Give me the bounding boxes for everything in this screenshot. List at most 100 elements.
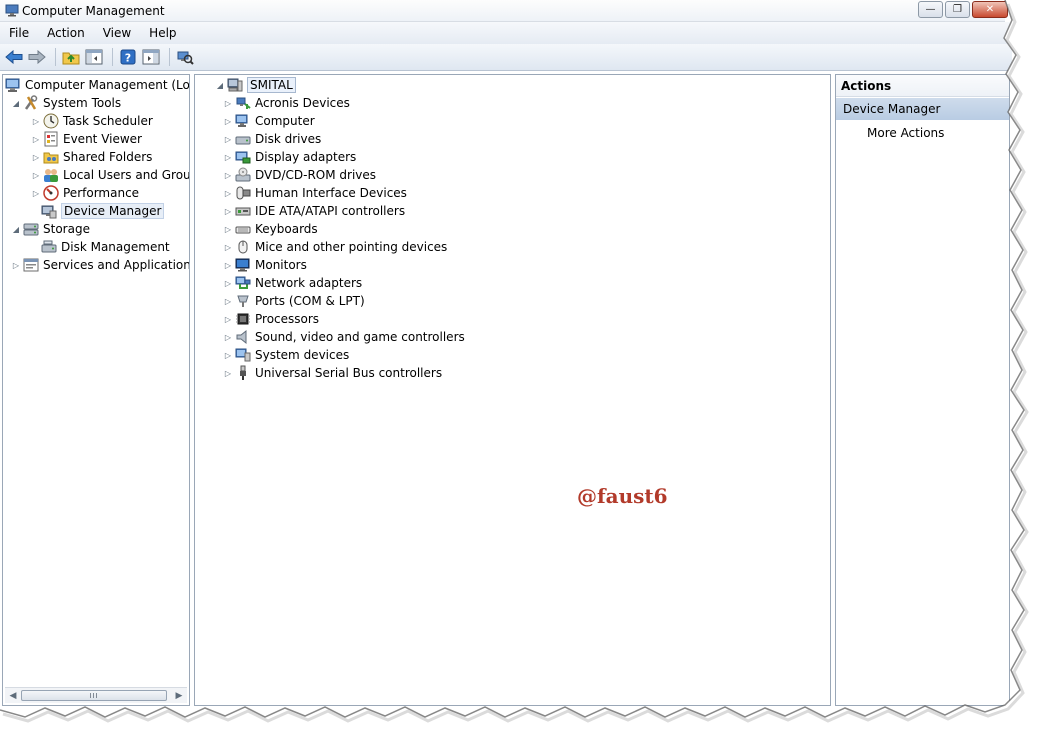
device-category-human-interface-devices[interactable]: ▷ Human Interface Devices: [223, 184, 407, 202]
horizontal-scrollbar[interactable]: ◀ III ▶: [5, 687, 187, 703]
device-tree-root[interactable]: ◢ SMITAL: [215, 76, 296, 94]
expand-arrow-icon[interactable]: ▷: [223, 134, 233, 144]
close-button[interactable]: ✕: [972, 1, 1008, 18]
tree-node-local-users-and-groups[interactable]: ▷ Local Users and Groups: [31, 166, 189, 184]
tree-root-computer-management[interactable]: Computer Management (Local: [5, 76, 190, 94]
expand-arrow-icon[interactable]: ▷: [31, 170, 41, 180]
collapse-arrow-icon[interactable]: ◢: [11, 224, 21, 234]
expand-arrow-icon[interactable]: ▷: [223, 188, 233, 198]
device-category-ports-com-lpt[interactable]: ▷ Ports (COM & LPT): [223, 292, 365, 310]
device-category-label: Computer: [255, 114, 315, 128]
device-category-label: Acronis Devices: [255, 96, 350, 110]
device-category-mice-and-pointing-devices[interactable]: ▷ Mice and other pointing devices: [223, 238, 447, 256]
expand-arrow-icon[interactable]: ▷: [223, 368, 233, 378]
show-hide-console-tree-button[interactable]: [84, 47, 104, 67]
expand-arrow-icon[interactable]: ▷: [223, 296, 233, 306]
device-category-ide-ata-atapi-controllers[interactable]: ▷ IDE ATA/ATAPI controllers: [223, 202, 405, 220]
menu-help[interactable]: Help: [140, 26, 185, 40]
mouse-icon: [235, 239, 251, 255]
computer-icon: [227, 77, 243, 93]
forward-icon: [28, 50, 46, 64]
tree-label: Computer Management (Local: [25, 78, 190, 92]
back-button[interactable]: [4, 47, 24, 67]
title-bar: Computer Management — ❐ ✕: [0, 0, 1008, 22]
device-category-monitors[interactable]: ▷ Monitors: [223, 256, 307, 274]
expand-arrow-icon[interactable]: ▷: [223, 314, 233, 324]
device-category-display-adapters[interactable]: ▷ Display adapters: [223, 148, 356, 166]
device-category-acronis-devices[interactable]: ▷ Acronis Devices: [223, 94, 350, 112]
device-tree-pane: ◢ SMITAL ▷ Acronis Devices ▷ Computer ▷ Disk …: [194, 74, 831, 706]
expand-arrow-icon[interactable]: ▷: [223, 278, 233, 288]
toolbar: ?: [0, 44, 1012, 71]
device-category-processors[interactable]: ▷ Processors: [223, 310, 319, 328]
show-hide-action-pane-button[interactable]: [141, 47, 161, 67]
help-button[interactable]: ?: [118, 47, 138, 67]
device-category-label: DVD/CD-ROM drives: [255, 168, 377, 182]
menu-file[interactable]: File: [0, 26, 38, 40]
tree-node-system-tools[interactable]: ◢ System Tools: [11, 94, 121, 112]
up-folder-icon: [62, 52, 80, 65]
tree-node-performance[interactable]: ▷ Performance: [31, 184, 139, 202]
device-category-sound-video-game-controllers[interactable]: ▷ Sound, video and game controllers: [223, 328, 465, 346]
tree-label: Device Manager: [61, 203, 165, 219]
collapse-arrow-icon[interactable]: ◢: [11, 98, 21, 108]
device-category-keyboards[interactable]: ▷ Keyboards: [223, 220, 318, 238]
scroll-left-icon[interactable]: ◀: [7, 690, 19, 702]
menu-action[interactable]: Action: [38, 26, 94, 40]
scroll-right-icon[interactable]: ▶: [173, 690, 185, 702]
acronis-devices-icon: [235, 95, 251, 111]
collapse-arrow-icon[interactable]: ◢: [215, 80, 225, 90]
expand-arrow-icon[interactable]: ▷: [31, 134, 41, 144]
device-category-label: Monitors: [255, 258, 307, 272]
device-category-label: Sound, video and game controllers: [255, 330, 465, 344]
tree-node-event-viewer[interactable]: ▷ Event Viewer: [31, 130, 142, 148]
device-category-label: Universal Serial Bus controllers: [255, 366, 443, 380]
expand-arrow-icon[interactable]: ▷: [223, 260, 233, 270]
tree-node-task-scheduler[interactable]: ▷ Task Scheduler: [31, 112, 153, 130]
expand-arrow-icon[interactable]: ▷: [31, 188, 41, 198]
device-category-usb-controllers[interactable]: ▷ Universal Serial Bus controllers: [223, 364, 442, 382]
tree-node-disk-management[interactable]: Disk Management: [41, 238, 170, 256]
back-icon: [5, 50, 23, 64]
scan-hardware-changes-button[interactable]: [175, 47, 195, 67]
computer-management-icon: [5, 77, 21, 93]
computer-name-label: SMITAL: [247, 77, 296, 93]
device-category-network-adapters[interactable]: ▷ Network adapters: [223, 274, 362, 292]
forward-button[interactable]: [27, 47, 47, 67]
device-category-disk-drives[interactable]: ▷ Disk drives: [223, 130, 321, 148]
up-one-level-button[interactable]: [61, 47, 81, 67]
system-tools-icon: [23, 95, 39, 111]
expand-arrow-icon[interactable]: ▷: [11, 260, 21, 270]
users-icon: [43, 167, 59, 183]
expand-arrow-icon[interactable]: ▷: [223, 170, 233, 180]
expand-arrow-icon[interactable]: ▷: [31, 152, 41, 162]
tree-node-storage[interactable]: ◢ Storage: [11, 220, 90, 238]
scan-hardware-icon: [177, 51, 194, 65]
menu-view[interactable]: View: [94, 26, 140, 40]
computer-icon: [235, 113, 251, 129]
device-category-dvd-cd-rom-drives[interactable]: ▷ DVD/CD-ROM drives: [223, 166, 376, 184]
minimize-button[interactable]: —: [918, 1, 943, 18]
expand-arrow-icon[interactable]: ▷: [223, 152, 233, 162]
expand-arrow-icon[interactable]: ▷: [223, 116, 233, 126]
window-title: Computer Management: [22, 4, 165, 18]
expand-arrow-icon[interactable]: ▷: [223, 332, 233, 342]
tree-node-services-and-applications[interactable]: ▷ Services and Applications: [11, 256, 189, 274]
expand-arrow-icon[interactable]: ▷: [31, 116, 41, 126]
scrollbar-thumb[interactable]: III: [21, 690, 167, 701]
more-actions-link[interactable]: More Actions: [867, 126, 944, 140]
tree-node-shared-folders[interactable]: ▷ Shared Folders: [31, 148, 152, 166]
expand-arrow-icon[interactable]: ▷: [223, 350, 233, 360]
tree-node-device-manager[interactable]: Device Manager: [41, 202, 165, 220]
device-manager-icon: [41, 203, 57, 219]
processor-icon: [235, 311, 251, 327]
expand-arrow-icon[interactable]: ▷: [223, 242, 233, 252]
expand-arrow-icon[interactable]: ▷: [223, 98, 233, 108]
device-category-system-devices[interactable]: ▷ System devices: [223, 346, 349, 364]
actions-section-device-manager[interactable]: Device Manager: [836, 98, 1009, 120]
maximize-button[interactable]: ❐: [945, 1, 970, 18]
expand-arrow-icon[interactable]: ▷: [223, 224, 233, 234]
tree-label: System Tools: [43, 96, 122, 110]
device-category-computer[interactable]: ▷ Computer: [223, 112, 315, 130]
expand-arrow-icon[interactable]: ▷: [223, 206, 233, 216]
